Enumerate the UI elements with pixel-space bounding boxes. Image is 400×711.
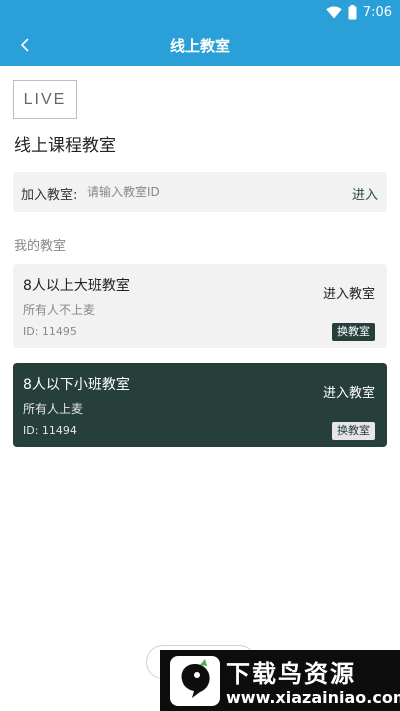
room-id: ID: 11494 [23, 424, 77, 437]
app-bar: 线上教室 [0, 24, 400, 66]
status-icons: 7:06 [326, 3, 392, 21]
join-enter-button[interactable]: 进入 [352, 184, 378, 203]
wifi-icon [326, 6, 342, 19]
page-title: 线上教室 [169, 37, 230, 55]
status-time: 7:06 [362, 4, 392, 20]
watermark-banner: 下载鸟资源 www.xiazainiao.com [160, 650, 400, 711]
switch-room-button[interactable]: 换教室 [332, 323, 375, 341]
room-description: 所有人上麦 [23, 402, 84, 416]
page-heading: 线上课程教室 [14, 136, 116, 156]
watermark-url: www.xiazainiao.com [226, 688, 400, 707]
room-card-small-class[interactable]: 8人以下小班教室 所有人上麦 ID: 11494 进入教室 换教室 [13, 363, 387, 447]
room-name: 8人以下小班教室 [23, 377, 130, 393]
join-room-label: 加入教室: [21, 188, 78, 203]
watermark-brand: 下载鸟资源 [226, 660, 356, 688]
enter-room-button[interactable]: 进入教室 [323, 283, 375, 302]
live-logo: LIVE [13, 80, 77, 119]
room-id-input[interactable] [87, 181, 307, 203]
enter-room-button[interactable]: 进入教室 [323, 382, 375, 401]
status-bar: 7:06 [0, 0, 400, 24]
room-id: ID: 11495 [23, 325, 77, 338]
join-room-bar: 加入教室: 进入 [13, 172, 387, 212]
my-rooms-label: 我的教室 [14, 239, 67, 254]
room-description: 所有人不上麦 [23, 303, 96, 317]
battery-icon [348, 4, 357, 20]
bird-logo-icon [170, 656, 220, 706]
switch-room-button[interactable]: 换教室 [332, 422, 375, 440]
room-name: 8人以上大班教室 [23, 278, 130, 294]
room-card-large-class[interactable]: 8人以上大班教室 所有人不上麦 ID: 11495 进入教室 换教室 [13, 264, 387, 348]
